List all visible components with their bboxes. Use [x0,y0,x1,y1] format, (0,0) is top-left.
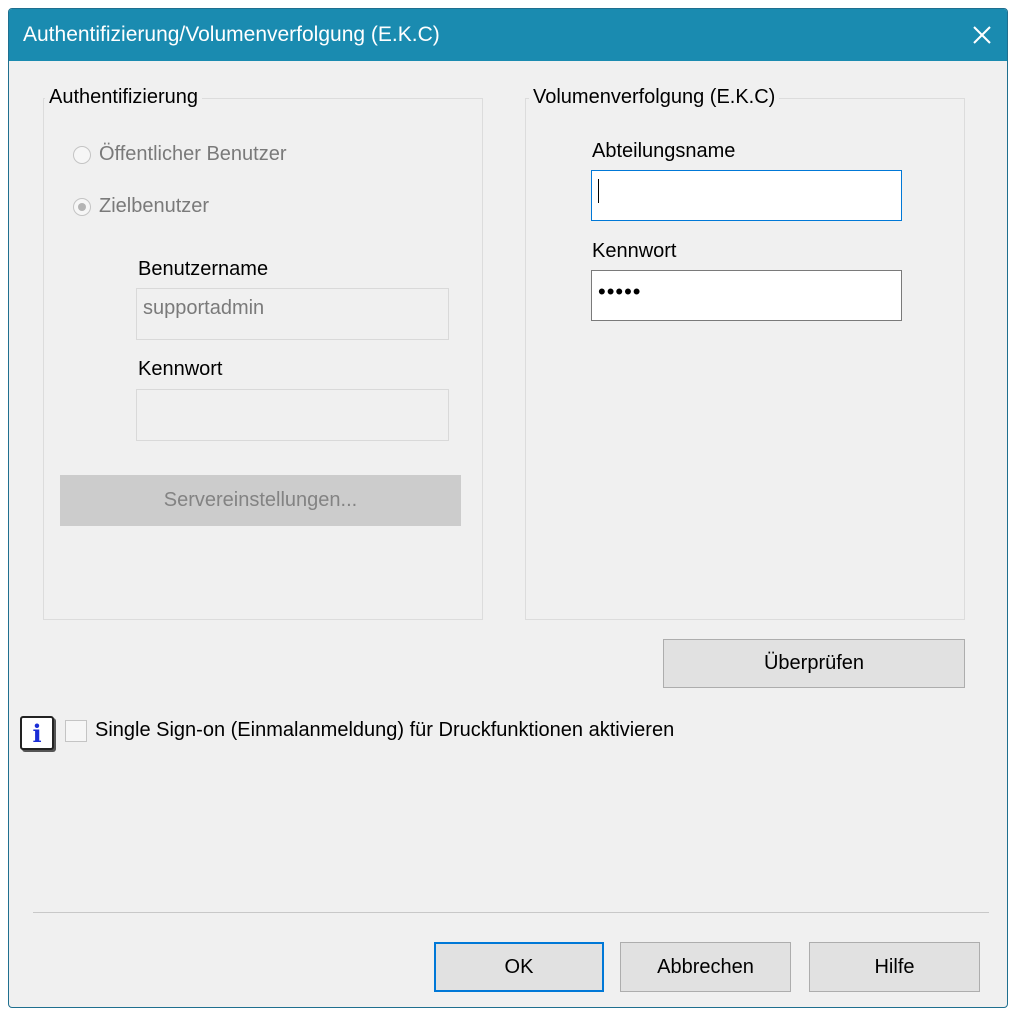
department-name-input[interactable] [591,170,902,221]
auth-group [43,98,483,620]
title-bar: Authentifizierung/Volumenverfolgung (E.K… [9,9,1007,61]
radio-public-user-label: Öffentlicher Benutzer [99,143,287,165]
window-title: Authentifizierung/Volumenverfolgung (E.K… [23,23,440,46]
radio-target-user[interactable]: Zielbenutzer [73,195,209,218]
radio-public-user-circle[interactable] [73,145,91,164]
auth-group-title: Authentifizierung [45,86,202,109]
radio-target-user-label: Zielbenutzer [99,195,210,217]
volume-password-label: Kennwort [592,240,677,262]
auth-password-field[interactable] [136,389,449,441]
auth-password-label: Kennwort [138,358,223,380]
verify-button[interactable]: Überprüfen [663,639,965,688]
volume-tracking-group-title: Volumenverfolgung (E.K.C) [529,86,780,109]
cancel-button[interactable]: Abbrechen [620,942,791,992]
username-label: Benutzername [138,258,269,280]
department-label: Abteilungsname [592,140,736,162]
footer-separator [33,912,989,913]
close-button[interactable] [957,9,1007,61]
username-field[interactable]: supportadmin [136,288,449,340]
sso-label: Single Sign-on (Einmalanmeldung) für Dru… [95,719,675,741]
radio-public-user[interactable]: Öffentlicher Benutzer [73,143,287,166]
ok-button[interactable]: OK [434,942,604,992]
help-button[interactable]: Hilfe [809,942,980,992]
close-icon [973,26,991,44]
sso-checkbox[interactable] [65,720,87,742]
radio-target-user-circle[interactable] [73,197,91,216]
username-value: supportadmin [143,297,265,319]
dialog-window: Authentifizierung/Volumenverfolgung (E.K… [8,8,1008,1008]
info-icon[interactable]: i [20,716,54,750]
radio-selected-dot [78,202,86,211]
volume-password-value: ••••• [598,279,642,304]
text-caret [598,179,599,203]
server-settings-button[interactable]: Servereinstellungen... [60,475,461,526]
volume-password-input[interactable]: ••••• [591,270,902,321]
